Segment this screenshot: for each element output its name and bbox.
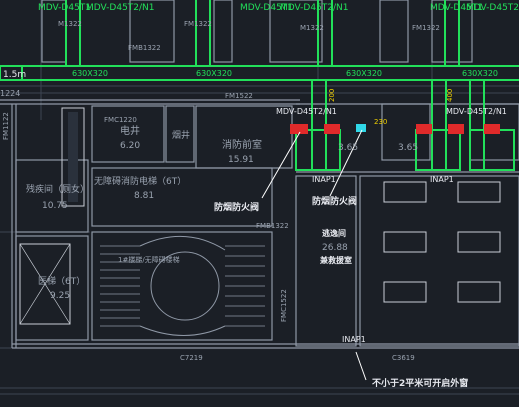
unit-inap: INAP1 xyxy=(312,175,336,184)
top-label: MDV-D45T2/N1 xyxy=(86,3,155,13)
toilet-name: 残疾间（厕女） xyxy=(26,183,89,195)
cad-drawing-canvas: MDV-D45T1 MDV-D45T2/N1 MDV-D45T1 MDV-D45… xyxy=(0,0,519,407)
stair-name: 1#楼梯/无障碍楼梯 xyxy=(118,255,180,264)
door-label: FM1322 xyxy=(184,20,212,28)
fire-elevator-name: 无障碍消防电梯（6T） xyxy=(94,175,186,187)
top-label: MDV-D45T2/N1 xyxy=(466,3,519,13)
door-label: M1322 xyxy=(300,24,324,32)
side-number: 230 xyxy=(374,118,387,126)
fire-lobby-name: 消防前室 xyxy=(222,138,262,151)
smoke-damper-note-1: 防烟防火阀 xyxy=(214,201,259,213)
text-layer: MDV-D45T1 MDV-D45T2/N1 MDV-D45T1 MDV-D45… xyxy=(0,3,519,389)
smoke-shaft-name: 烟井 xyxy=(172,129,190,141)
elec-door: FMC1220 xyxy=(104,116,137,124)
side-number: 400 xyxy=(446,89,454,102)
left-number: 1224 xyxy=(0,89,20,98)
unit-label: MDV-D45T2/N1 xyxy=(446,107,507,116)
top-label: MDV-D45T1 xyxy=(38,3,91,13)
room-b-area: 3.65 xyxy=(398,143,418,153)
left-door: FM1122 xyxy=(2,112,10,140)
fire-elevator-area: 8.81 xyxy=(134,191,154,201)
duct-size: 630X320 xyxy=(196,69,232,78)
med-elevator-area: 9.25 xyxy=(50,291,70,301)
corridor-name: 逃逸间 xyxy=(322,228,346,238)
door-label: FMB1322 xyxy=(256,222,289,230)
toilet-area: 10.75 xyxy=(42,201,68,211)
room-a-area: 3.65 xyxy=(338,143,358,153)
fire-lobby-area: 15.91 xyxy=(228,155,254,165)
elec-area: 6.20 xyxy=(120,141,140,151)
duct-size: 630X320 xyxy=(346,69,382,78)
bottom-label: FMC1522 xyxy=(280,289,288,322)
left-tag: 1.5m xyxy=(3,70,26,80)
corridor-area: 26.88 xyxy=(322,243,348,253)
bottom-label: INAP1 xyxy=(342,335,366,344)
window-note: 不小于2平米可开启外窗 xyxy=(372,377,468,389)
smoke-damper-note-2: 防烟防火阀 xyxy=(312,195,357,207)
med-elevator-name: 医梯（6T） xyxy=(38,275,85,287)
elec-name: 电井 xyxy=(120,124,140,137)
bottom-label: C3619 xyxy=(392,354,415,362)
unit-inap: INAP1 xyxy=(430,175,454,184)
duct-size: 630X320 xyxy=(462,69,498,78)
door-label: FM1522 xyxy=(225,92,253,100)
door-label: M1322 xyxy=(58,20,82,28)
corridor-sub: 兼救援室 xyxy=(319,255,352,265)
top-label: MDV-D45T2/N1 xyxy=(280,3,349,13)
duct-size: 630X320 xyxy=(72,69,108,78)
bottom-label: C7219 xyxy=(180,354,203,362)
door-label: FMB1322 xyxy=(128,44,161,52)
side-number: 200 xyxy=(328,89,336,102)
unit-label: MDV-D45T2/N1 xyxy=(276,107,337,116)
door-label: FM1322 xyxy=(412,24,440,32)
